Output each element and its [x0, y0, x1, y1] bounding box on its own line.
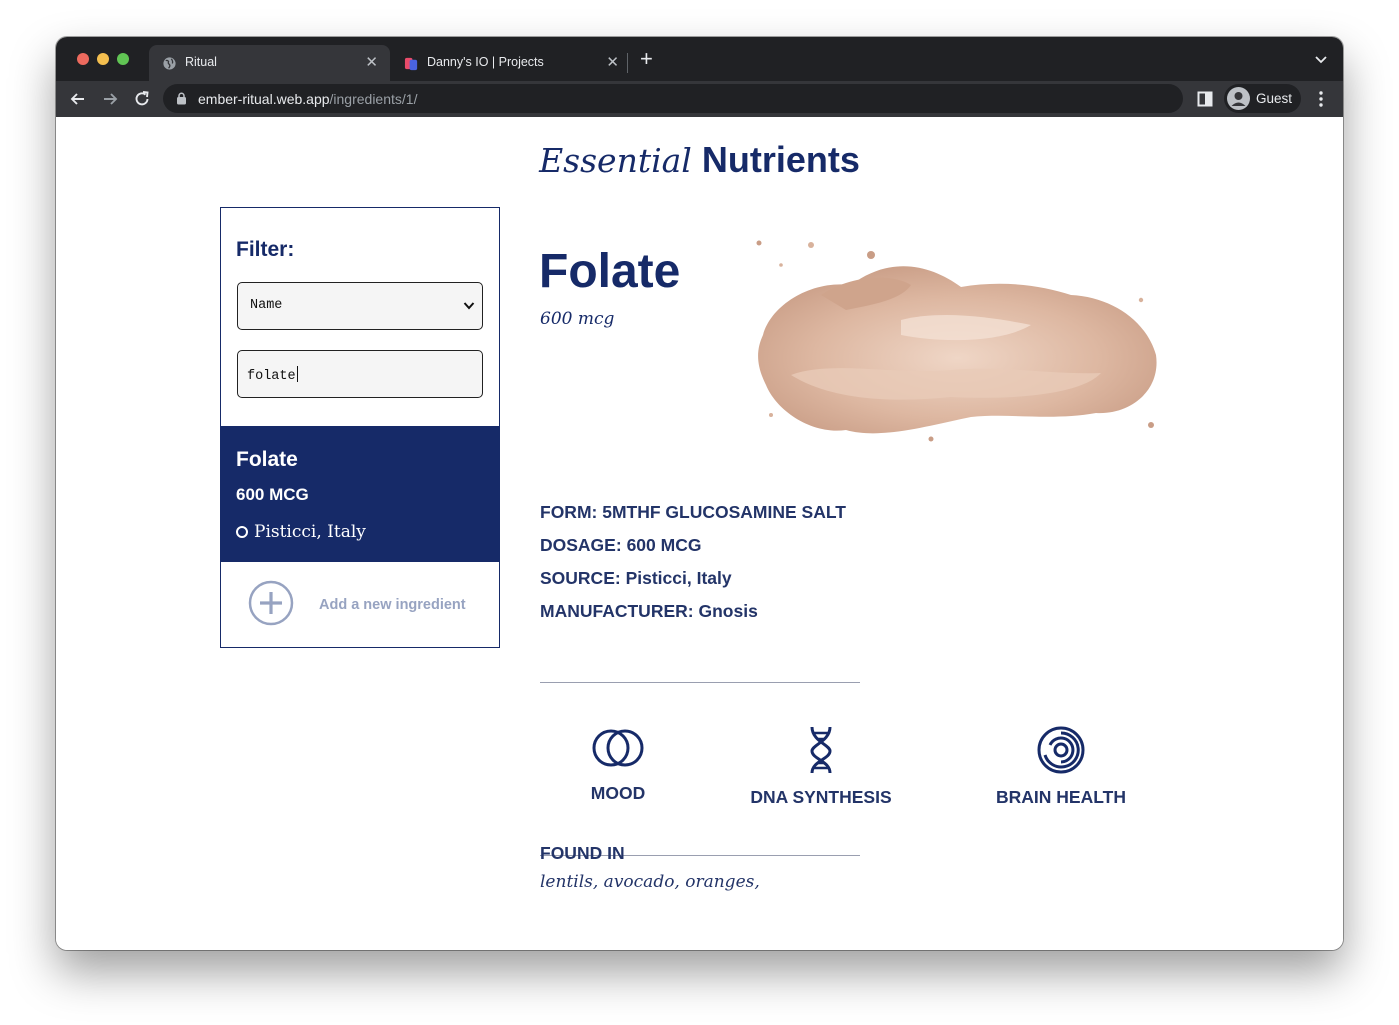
benefit-mood: MOOD — [568, 725, 668, 804]
avatar-icon — [1227, 87, 1250, 110]
fact-manufacturer-value: Gnosis — [698, 601, 758, 621]
list-item-dosage: 600 MCG — [236, 485, 309, 504]
chevron-down-icon[interactable] — [1315, 53, 1327, 65]
profile-name: Guest — [1256, 91, 1293, 106]
tab-ritual[interactable]: Ritual ✕ — [149, 45, 390, 81]
filter-label: Filter: — [236, 238, 295, 261]
add-ingredient-button[interactable]: Add a new ingredient — [221, 562, 499, 648]
location-ring-icon — [236, 526, 248, 538]
fact-dosage-label: DOSAGE: — [540, 535, 622, 555]
chevron-down-icon — [463, 302, 475, 310]
profile-button[interactable]: Guest — [1224, 84, 1301, 113]
tab-dannys-io[interactable]: Danny's IO | Projects ✕ — [391, 45, 631, 81]
powder-image — [756, 240, 1157, 442]
url-host: ember-ritual.web.app — [198, 91, 330, 107]
back-arrow-icon[interactable] — [68, 89, 88, 109]
fact-form-label: FORM: — [540, 502, 598, 522]
lock-icon — [177, 92, 186, 105]
close-icon[interactable]: ✕ — [365, 53, 378, 71]
ingredient-sidebar: Filter: Name folate Folate 600 MCG Pisti… — [220, 207, 500, 648]
benefit-label: MOOD — [590, 783, 646, 803]
close-window-button[interactable] — [77, 53, 89, 65]
concentric-circles-icon — [1037, 726, 1085, 774]
fact-source: SOURCE: Pisticci, Italy — [540, 565, 846, 598]
list-item-source: Pisticci, Italy — [236, 522, 366, 542]
fact-dosage-value: 600 MCG — [626, 535, 702, 555]
text-caret — [296, 366, 298, 382]
add-ingredient-label: Add a new ingredient — [319, 597, 466, 613]
search-input-value: folate — [247, 366, 298, 384]
more-options-icon[interactable] — [1314, 90, 1328, 108]
ingredient-list-item-selected[interactable]: Folate 600 MCG Pisticci, Italy — [221, 426, 499, 562]
search-input[interactable]: folate — [237, 350, 483, 398]
browser-toolbar: ember-ritual.web.app/ingredients/1/ Gues… — [56, 81, 1343, 117]
reload-icon[interactable] — [132, 89, 152, 109]
globe-icon — [163, 57, 176, 70]
tab-title: Ritual — [185, 55, 217, 69]
side-panel-icon[interactable] — [1197, 91, 1213, 107]
plus-circle-icon — [248, 580, 294, 626]
filter-select[interactable]: Name — [237, 282, 483, 330]
divider — [540, 682, 860, 683]
overlapping-circles-icon — [592, 729, 644, 767]
fact-source-value: Pisticci, Italy — [625, 568, 732, 588]
page-content: Essential Nutrients Filter: Name folate … — [56, 117, 1343, 950]
benefit-label: DNA SYNTHESIS — [750, 787, 892, 807]
tab-title: Danny's IO | Projects — [427, 55, 544, 69]
browser-window: Ritual ✕ Danny's IO | Projects ✕ + ember… — [56, 37, 1343, 950]
ingredient-title: Folate — [539, 245, 681, 298]
fact-form: FORM: 5MTHF GLUCOSAMINE SALT — [540, 499, 846, 532]
zoom-window-button[interactable] — [117, 53, 129, 65]
tab-bar: Ritual ✕ Danny's IO | Projects ✕ + — [56, 37, 1343, 81]
brand-italic-text: Essential — [539, 141, 692, 180]
page-title: Essential Nutrients — [56, 139, 1343, 181]
project-favicon-icon — [404, 57, 418, 71]
list-item-name: Folate — [236, 448, 298, 471]
url-text: ember-ritual.web.app/ingredients/1/ — [198, 91, 417, 107]
ingredient-dosage: 600 mcg — [540, 309, 615, 329]
url-path: /ingredients/1/ — [329, 91, 418, 107]
brand-bold-text: Nutrients — [701, 139, 860, 180]
forward-arrow-icon[interactable] — [100, 89, 120, 109]
address-bar[interactable]: ember-ritual.web.app/ingredients/1/ — [163, 84, 1183, 113]
close-icon[interactable]: ✕ — [606, 53, 619, 71]
benefit-dna-synthesis: DNA SYNTHESIS — [736, 725, 906, 808]
search-text: folate — [247, 369, 296, 384]
benefit-brain-health: BRAIN HEALTH — [981, 725, 1141, 808]
found-in-list: lentils, avocado, oranges, — [540, 872, 760, 892]
tab-separator — [627, 53, 628, 73]
filter-select-value: Name — [250, 298, 283, 313]
new-tab-icon[interactable]: + — [640, 48, 653, 70]
fact-manufacturer-label: MANUFACTURER: — [540, 601, 694, 621]
list-item-source-text: Pisticci, Italy — [254, 522, 366, 542]
ingredient-facts: FORM: 5MTHF GLUCOSAMINE SALT DOSAGE: 600… — [540, 499, 846, 631]
fact-form-value: 5MTHF GLUCOSAMINE SALT — [602, 502, 846, 522]
benefit-label: BRAIN HEALTH — [996, 787, 1126, 807]
found-in-label: FOUND IN — [540, 843, 625, 863]
fact-dosage: DOSAGE: 600 MCG — [540, 532, 846, 565]
dna-icon — [810, 726, 832, 774]
fact-source-label: SOURCE: — [540, 568, 621, 588]
minimize-window-button[interactable] — [97, 53, 109, 65]
fact-manufacturer: MANUFACTURER: Gnosis — [540, 598, 846, 631]
